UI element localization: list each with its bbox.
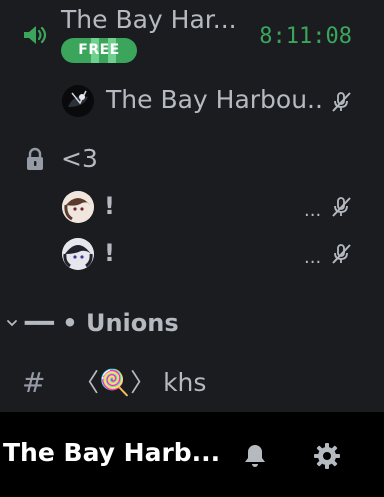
lock-icon <box>27 147 43 170</box>
server-bottom-bar: The Bay Harb... <box>0 412 384 497</box>
hash-icon: # <box>22 366 46 399</box>
overflow-indicator: ... <box>304 200 322 221</box>
gear-icon[interactable] <box>313 442 341 470</box>
overflow-indicator: ... <box>304 247 322 268</box>
category-header[interactable]: ━━ • Unions <box>0 306 384 340</box>
server-name[interactable]: The Bay Harb... <box>3 436 220 470</box>
locked-member-name: ! <box>104 192 115 220</box>
voice-member-name: The Bay Harbou.. <box>106 85 323 114</box>
avatar <box>62 85 94 117</box>
text-channel-name: 〈🍭〉 khs <box>74 368 207 397</box>
voice-channel[interactable]: The Bay Har... FREE 8:11:08 <box>0 0 384 72</box>
text-channel[interactable]: # 〈🍭〉 khs <box>0 364 384 404</box>
chevron-down-icon <box>7 320 17 327</box>
mic-muted-icon <box>332 92 351 112</box>
voice-member-row[interactable]: The Bay Harbou.. <box>0 81 384 121</box>
locked-channel-name[interactable]: <3 <box>61 143 98 175</box>
free-badge: FREE <box>61 38 137 63</box>
bell-icon[interactable] <box>242 442 268 470</box>
voice-timer: 8:11:08 <box>259 24 352 49</box>
category-name: ━━ • Unions <box>25 309 179 337</box>
avatar <box>62 191 94 223</box>
channel-list: The Bay Har... FREE 8:11:08 The Bay Harb… <box>0 0 384 497</box>
voice-channel-name: The Bay Har... <box>61 5 237 34</box>
mic-muted-icon <box>332 197 351 217</box>
locked-member-row[interactable]: ! ... <box>0 234 384 274</box>
locked-member-row[interactable]: ! ... <box>0 187 384 227</box>
mic-muted-icon <box>332 244 351 264</box>
avatar <box>62 238 94 270</box>
locked-member-name: ! <box>104 239 115 267</box>
free-badge-label: FREE <box>78 42 120 58</box>
speaker-icon <box>24 26 47 44</box>
